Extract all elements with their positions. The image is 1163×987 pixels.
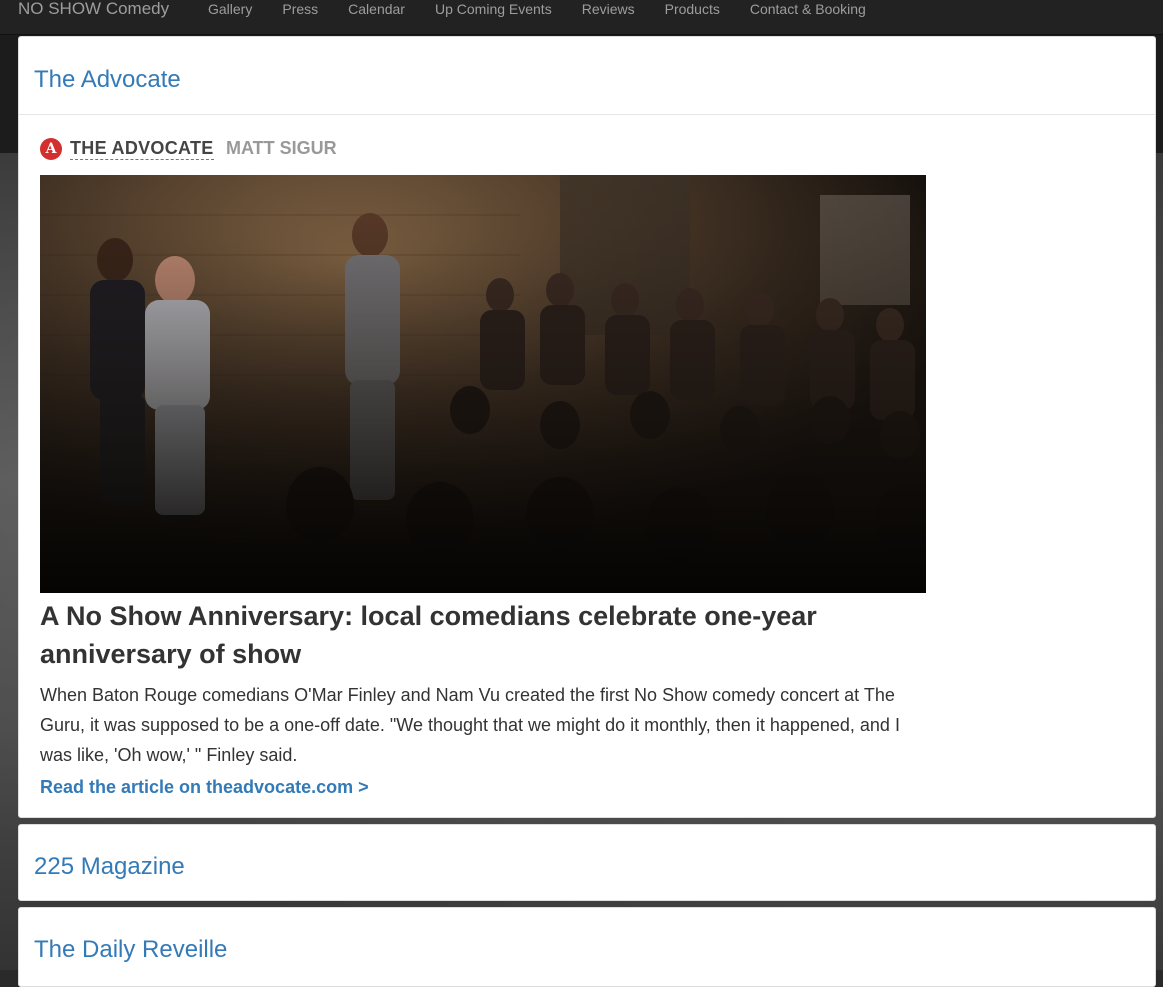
article-photo xyxy=(40,175,926,593)
panel-title[interactable]: The Daily Reveille xyxy=(34,936,227,964)
nav-item-products[interactable]: Products xyxy=(650,0,735,18)
brand-link[interactable]: NO SHOW Comedy xyxy=(18,0,169,19)
article-headline[interactable]: A No Show Anniversary: local comedians c… xyxy=(40,597,926,673)
panel-title[interactable]: 225 Magazine xyxy=(34,853,185,881)
nav-item-press[interactable]: Press xyxy=(267,0,333,18)
press-panel-advocate: The Advocate A THE ADVOCATE MATT SIGUR A… xyxy=(18,36,1156,818)
nav-item-upcoming-events[interactable]: Up Coming Events xyxy=(420,0,567,18)
article-summary: When Baton Rouge comedians O'Mar Finley … xyxy=(40,685,900,765)
article-card[interactable]: A THE ADVOCATE MATT SIGUR A No Show Anni… xyxy=(40,137,926,797)
nav-item-gallery[interactable]: Gallery xyxy=(193,0,267,18)
press-panel-daily-reveille: The Daily Reveille xyxy=(18,907,1156,987)
article-source-line: A THE ADVOCATE MATT SIGUR xyxy=(40,137,926,161)
nav-item-reviews[interactable]: Reviews xyxy=(567,0,650,18)
read-article-link[interactable]: Read the article on theadvocate.com > xyxy=(40,775,369,799)
comedy-show-photo xyxy=(40,175,926,593)
nav-item-calendar[interactable]: Calendar xyxy=(333,0,420,18)
advocate-logo-icon: A xyxy=(40,138,62,160)
panel-title[interactable]: The Advocate xyxy=(34,66,181,94)
author-name: MATT SIGUR xyxy=(226,138,337,158)
top-navbar: NO SHOW Comedy Gallery Press Calendar Up… xyxy=(0,0,1163,35)
press-panel-225-magazine: 225 Magazine xyxy=(18,824,1156,901)
nav-menu: Gallery Press Calendar Up Coming Events … xyxy=(193,0,881,18)
source-name: THE ADVOCATE xyxy=(70,138,214,160)
nav-item-contact-booking[interactable]: Contact & Booking xyxy=(735,0,881,18)
panel-heading: The Advocate xyxy=(19,37,1155,115)
